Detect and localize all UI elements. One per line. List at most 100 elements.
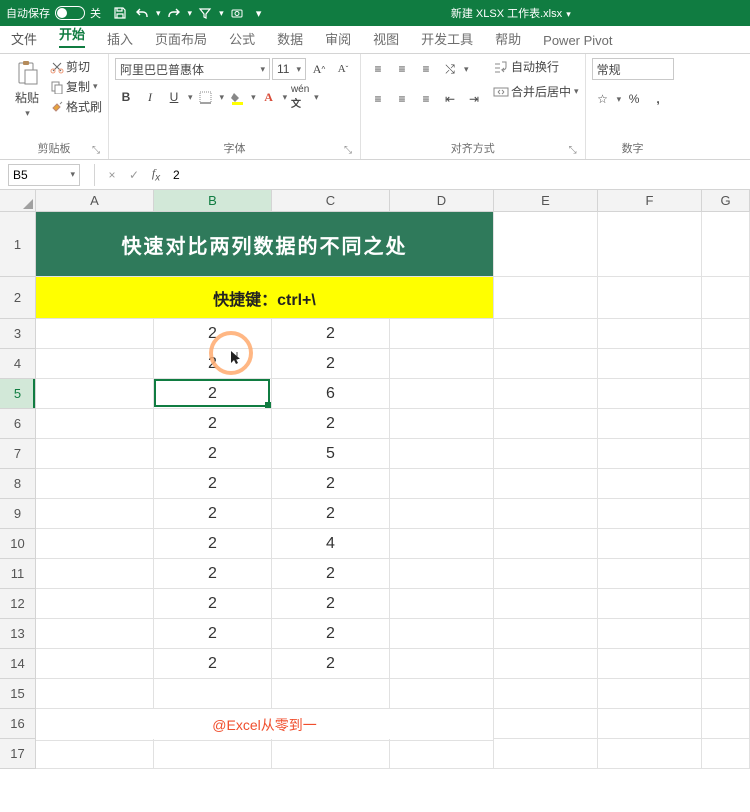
cut-button[interactable]: 剪切	[50, 58, 102, 75]
cell-B8[interactable]: 2	[154, 469, 272, 499]
tab-pivot[interactable]: Power Pivot	[532, 28, 623, 53]
cell-F9[interactable]	[598, 499, 702, 529]
cell-E17[interactable]	[494, 739, 598, 769]
cell-D4[interactable]	[390, 349, 494, 379]
cell-F6[interactable]	[598, 409, 702, 439]
currency-icon[interactable]: ☆	[592, 88, 614, 110]
cell-B13[interactable]: 2	[154, 619, 272, 649]
cell-G4[interactable]	[702, 349, 750, 379]
cell-E4[interactable]	[494, 349, 598, 379]
decrease-font-icon[interactable]: Aˇ	[332, 58, 354, 80]
cell-B14[interactable]: 2	[154, 649, 272, 679]
cell-C6[interactable]: 2	[272, 409, 390, 439]
row-header-10[interactable]: 10	[0, 529, 36, 559]
cell-F11[interactable]	[598, 559, 702, 589]
cell-G3[interactable]	[702, 319, 750, 349]
percent-icon[interactable]: %	[623, 88, 645, 110]
cells-area[interactable]: 快速对比两列数据的不同之处快捷键：ctrl+\22222622252222242…	[36, 212, 750, 769]
align-left-icon[interactable]: ≡	[367, 88, 389, 110]
row-header-2[interactable]: 2	[0, 277, 36, 319]
subtitle-cell[interactable]: 快捷键：ctrl+\	[36, 277, 494, 319]
cell-D14[interactable]	[390, 649, 494, 679]
row-header-15[interactable]: 15	[0, 679, 36, 709]
cell-B15[interactable]	[154, 679, 272, 709]
col-header-B[interactable]: B	[154, 190, 272, 211]
cell-E8[interactable]	[494, 469, 598, 499]
copy-button[interactable]: 复制▾	[50, 78, 102, 95]
cell-B3[interactable]: 2	[154, 319, 272, 349]
row-header-12[interactable]: 12	[0, 589, 36, 619]
cell-D12[interactable]	[390, 589, 494, 619]
cell-B11[interactable]: 2	[154, 559, 272, 589]
row-header-5[interactable]: 5	[0, 379, 36, 409]
cell-B17[interactable]	[154, 739, 272, 769]
cell-D8[interactable]	[390, 469, 494, 499]
cell-C11[interactable]: 2	[272, 559, 390, 589]
save-icon[interactable]	[111, 4, 129, 22]
cell-C9[interactable]: 2	[272, 499, 390, 529]
tab-layout[interactable]: 页面布局	[144, 24, 218, 53]
cell-F4[interactable]	[598, 349, 702, 379]
tab-insert[interactable]: 插入	[96, 24, 144, 53]
italic-button[interactable]: I	[139, 86, 161, 108]
cell-D7[interactable]	[390, 439, 494, 469]
cell-A7[interactable]	[36, 439, 154, 469]
cell-F5[interactable]	[598, 379, 702, 409]
cell-F13[interactable]	[598, 619, 702, 649]
cell-G7[interactable]	[702, 439, 750, 469]
cell-C12[interactable]: 2	[272, 589, 390, 619]
row-header-9[interactable]: 9	[0, 499, 36, 529]
cell-F14[interactable]	[598, 649, 702, 679]
row-header-17[interactable]: 17	[0, 739, 36, 769]
cell-E10[interactable]	[494, 529, 598, 559]
title-cell[interactable]: 快速对比两列数据的不同之处	[36, 212, 494, 277]
cell-A9[interactable]	[36, 499, 154, 529]
qat-overflow-icon[interactable]: ▾	[250, 4, 268, 22]
cell-A17[interactable]	[36, 739, 154, 769]
col-header-F[interactable]: F	[598, 190, 702, 211]
align-top-icon[interactable]: ≡	[367, 58, 389, 80]
cell-D5[interactable]	[390, 379, 494, 409]
cell-A8[interactable]	[36, 469, 154, 499]
paste-button[interactable]: 粘贴 ▾	[6, 57, 48, 119]
tab-home[interactable]: 开始	[48, 19, 96, 53]
row-header-3[interactable]: 3	[0, 319, 36, 349]
tab-data[interactable]: 数据	[266, 24, 314, 53]
cell-B5[interactable]: 2	[154, 379, 272, 409]
tab-view[interactable]: 视图	[362, 24, 410, 53]
undo-dropdown[interactable]: ▾	[155, 8, 161, 19]
row-header-7[interactable]: 7	[0, 439, 36, 469]
col-header-A[interactable]: A	[36, 190, 154, 211]
cell-E5[interactable]	[494, 379, 598, 409]
row-header-16[interactable]: 16	[0, 709, 36, 739]
cell-E11[interactable]	[494, 559, 598, 589]
col-header-E[interactable]: E	[494, 190, 598, 211]
cell-F8[interactable]	[598, 469, 702, 499]
cell-G9[interactable]	[702, 499, 750, 529]
cell-E7[interactable]	[494, 439, 598, 469]
indent-icon[interactable]: ⇥	[463, 88, 485, 110]
cell-C7[interactable]: 5	[272, 439, 390, 469]
cell-E9[interactable]	[494, 499, 598, 529]
cell-D11[interactable]	[390, 559, 494, 589]
row-header-6[interactable]: 6	[0, 409, 36, 439]
credit-cell[interactable]: @Excel从零到一	[36, 709, 494, 741]
tab-dev[interactable]: 开发工具	[410, 24, 484, 53]
cell-G8[interactable]	[702, 469, 750, 499]
phonetic-button[interactable]: wén文	[289, 86, 311, 108]
fx-icon[interactable]: fx	[145, 166, 167, 183]
cell-B6[interactable]: 2	[154, 409, 272, 439]
redo-icon[interactable]	[165, 4, 183, 22]
cancel-entry-icon[interactable]: ×	[101, 168, 123, 182]
tab-file[interactable]: 文件	[0, 24, 48, 53]
fill-color-button[interactable]	[226, 86, 248, 108]
cell-G15[interactable]	[702, 679, 750, 709]
tab-review[interactable]: 审阅	[314, 24, 362, 53]
cell-D13[interactable]	[390, 619, 494, 649]
cell-G13[interactable]	[702, 619, 750, 649]
wrap-text-button[interactable]: 自动换行	[493, 58, 579, 75]
cell-D17[interactable]	[390, 739, 494, 769]
border-button[interactable]	[195, 86, 217, 108]
cell-C8[interactable]: 2	[272, 469, 390, 499]
cell-E3[interactable]	[494, 319, 598, 349]
